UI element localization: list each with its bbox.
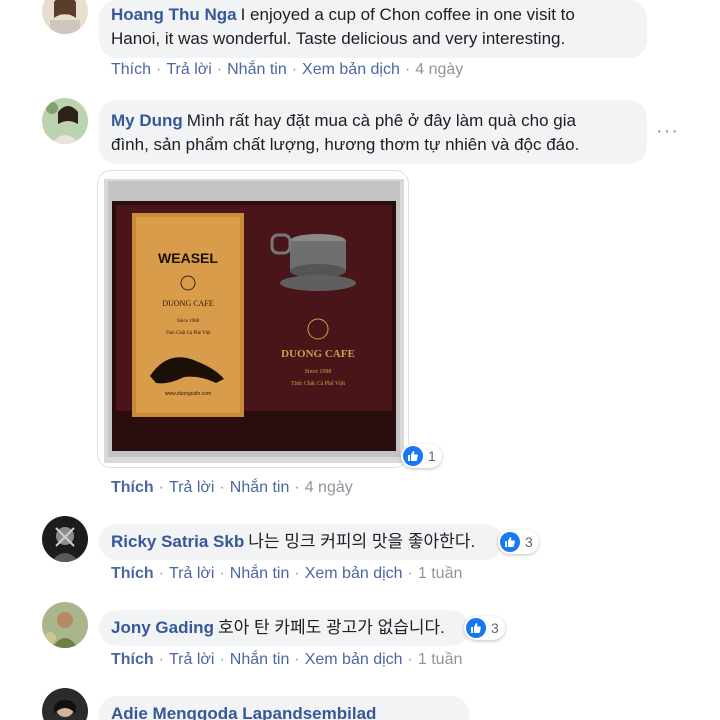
like-link[interactable]: Thích — [111, 565, 154, 582]
comment-bubble: Adie Menggoda Lapandsembilad — [99, 696, 469, 720]
like-reaction-icon — [466, 618, 486, 638]
like-reaction-icon — [500, 532, 520, 552]
comment-author[interactable]: Jony Gading — [111, 618, 214, 637]
comment-bubble: Jony Gading 호아 탄 카페도 광고가 없습니다. — [99, 610, 469, 646]
reaction-number: 3 — [491, 620, 499, 636]
translate-link[interactable]: Xem bản dịch — [305, 651, 403, 668]
more-options-icon[interactable]: ··· — [656, 120, 679, 143]
timestamp[interactable]: 4 ngày — [415, 61, 463, 78]
reply-link[interactable]: Trả lời — [166, 61, 211, 78]
comment-actions: Thích · Trả lời · Nhắn tin · Xem bản dịch · 4 ng… — [111, 61, 464, 78]
reply-link[interactable]: Trả lời — [169, 479, 214, 496]
box-brand: DUONG CAFE — [281, 348, 355, 360]
avatar[interactable] — [42, 602, 88, 648]
reply-link[interactable]: Trả lời — [169, 565, 214, 582]
coffee-gift-box-image: WEASEL DUONG CAFE Since 1988 Tinh Chất C… — [104, 179, 404, 463]
comment-text: Mình rất hay đặt mua cà phê ở đây làm qu… — [186, 111, 576, 130]
translate-link[interactable]: Xem bản dịch — [302, 61, 400, 78]
comment-text: đình, sản phẩm chất lượng, hương thơm tự… — [111, 135, 580, 154]
comment-text: 호아 탄 카페도 광고가 없습니다. — [217, 618, 445, 637]
message-link[interactable]: Nhắn tin — [230, 565, 290, 582]
comment-author[interactable]: Hoang Thu Nga — [111, 5, 237, 24]
comment-author[interactable]: My Dung — [111, 111, 183, 130]
avatar[interactable] — [42, 688, 88, 720]
reaction-number: 1 — [428, 448, 436, 464]
comment-bubble: Ricky Satria Skb 나는 밍크 커피의 맛을 좋아한다. — [99, 524, 503, 560]
message-link[interactable]: Nhắn tin — [230, 651, 290, 668]
timestamp[interactable]: 1 tuần — [418, 565, 462, 582]
comment-text: Hanoi, it was wonderful. Taste delicious… — [111, 29, 566, 48]
message-link[interactable]: Nhắn tin — [230, 479, 290, 496]
message-link[interactable]: Nhắn tin — [227, 61, 287, 78]
reply-link[interactable]: Trả lời — [169, 651, 214, 668]
comment-text: I enjoyed a cup of Chon coffee in one vi… — [240, 5, 575, 24]
comment-actions: Thích · Trả lời · Nhắn tin · Xem bản dịch · 1 tu… — [111, 651, 463, 668]
bag-title: WEASEL — [158, 250, 218, 266]
box-tagline: Tinh Chất Cà Phê Việt — [291, 380, 345, 387]
avatar[interactable] — [42, 0, 88, 34]
comment-text: 나는 밍크 커피의 맛을 좋아한다. — [248, 532, 476, 551]
timestamp[interactable]: 1 tuần — [418, 651, 462, 668]
avatar[interactable] — [42, 98, 88, 144]
comment-author[interactable]: Adie Menggoda Lapandsembilad — [111, 704, 376, 720]
box-since: Since 1988 — [305, 369, 332, 375]
reaction-count[interactable]: 3 — [464, 616, 505, 640]
like-link[interactable]: Thích — [111, 479, 154, 496]
bag-since: Since 1988 — [177, 319, 200, 324]
comment-photo[interactable]: WEASEL DUONG CAFE Since 1988 Tinh Chất C… — [97, 170, 409, 468]
like-link[interactable]: Thích — [111, 61, 151, 78]
reaction-count[interactable]: 1 — [401, 444, 442, 468]
comment-actions: Thích · Trả lời · Nhắn tin · 4 ngày — [111, 479, 353, 496]
comment-actions: Thích · Trả lời · Nhắn tin · Xem bản dịch · 1 tu… — [111, 565, 463, 582]
bag-url: www.duongcafe.com — [165, 391, 211, 397]
reaction-count[interactable]: 3 — [498, 530, 539, 554]
bag-brand: DUONG CAFE — [162, 299, 213, 308]
avatar[interactable] — [42, 516, 88, 562]
timestamp[interactable]: 4 ngày — [305, 479, 353, 496]
comment-bubble: My Dung Mình rất hay đặt mua cà phê ở đây… — [99, 100, 647, 164]
translate-link[interactable]: Xem bản dịch — [305, 565, 403, 582]
bag-tagline: Tinh Chất Cà Phê Việt — [166, 331, 212, 336]
comment-author[interactable]: Ricky Satria Skb — [111, 532, 244, 551]
comment-bubble: Hoang Thu Nga I enjoyed a cup of Chon cof… — [99, 0, 647, 58]
reaction-number: 3 — [525, 534, 533, 550]
like-reaction-icon — [403, 446, 423, 466]
like-link[interactable]: Thích — [111, 651, 154, 668]
